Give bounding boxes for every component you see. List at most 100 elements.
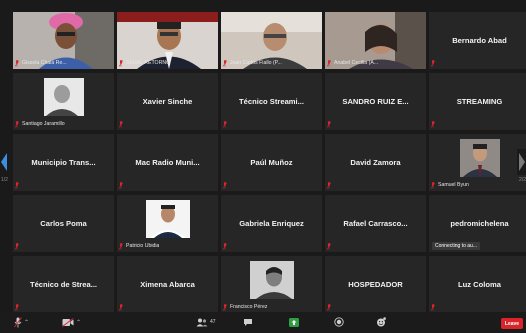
- reactions-button[interactable]: [376, 316, 386, 328]
- mic-muted-icon: [119, 60, 123, 67]
- mic-muted-icon: [119, 243, 123, 250]
- participant-display-name: Luz Coloma: [457, 280, 502, 289]
- participant-display-name: SANDRO RUIZ E...: [342, 97, 409, 106]
- participants-button[interactable]: 47: [196, 316, 216, 328]
- next-page-button[interactable]: 2/2: [517, 149, 526, 183]
- chat-button[interactable]: [243, 316, 253, 328]
- participant-display-name: Paúl Muñoz: [250, 158, 293, 167]
- participant-display-name: David Zamora: [350, 158, 401, 167]
- participant-name-label: Patricio Ubidia: [126, 243, 160, 249]
- mic-muted-icon: [327, 243, 331, 250]
- participant-display-name: STREAMING: [456, 97, 503, 106]
- participant-name-label: Francisco Pérez: [230, 304, 268, 310]
- participant-tile[interactable]: Paúl Muñoz: [221, 134, 322, 191]
- participant-tile[interactable]: Juan Carlos Fiallo (P...: [221, 12, 322, 69]
- participant-tile[interactable]: David Zamora: [325, 134, 426, 191]
- record-button[interactable]: [334, 316, 344, 328]
- participant-display-name: Municipio Trans...: [31, 158, 96, 167]
- mic-muted-icon: [223, 60, 227, 67]
- mic-options-caret[interactable]: ⌃: [24, 319, 29, 326]
- camera-icon: [62, 317, 74, 327]
- chevron-right-icon: [519, 153, 525, 171]
- participant-name-label: Samuel Byun: [438, 182, 469, 188]
- mic-muted-icon: [327, 121, 331, 128]
- mic-muted-icon: [431, 182, 435, 189]
- participant-tile[interactable]: Carlos Poma: [13, 195, 114, 252]
- mic-muted-icon: [223, 304, 227, 311]
- participant-tile[interactable]: HOSPEDADOR: [325, 256, 426, 313]
- mic-muted-icon: [431, 60, 435, 67]
- video-options-caret[interactable]: ⌃: [76, 319, 81, 326]
- mic-muted-icon: [15, 243, 19, 250]
- mic-muted-icon: [15, 182, 19, 189]
- share-screen-button[interactable]: [289, 316, 299, 328]
- participant-tile[interactable]: Técnico de Strea...: [13, 256, 114, 313]
- participant-tile[interactable]: Anabel Cecilia (A...: [325, 12, 426, 69]
- mic-muted-icon: [119, 121, 123, 128]
- participants-icon: [196, 318, 208, 326]
- participant-tile[interactable]: Ximena Abarca: [117, 256, 218, 313]
- page-indicator-right: 2/2: [519, 177, 526, 183]
- participant-tile[interactable]: SEÑAL RETORNO: [117, 12, 218, 69]
- mic-muted-icon: [327, 304, 331, 311]
- participant-tile[interactable]: STREAMING: [429, 73, 526, 130]
- mic-muted-icon: [119, 182, 123, 189]
- mic-icon: [14, 316, 22, 327]
- participant-tile[interactable]: Patricio Ubidia: [117, 195, 218, 252]
- chat-icon: [244, 318, 252, 326]
- mute-button[interactable]: ⌃: [14, 316, 29, 328]
- participant-display-name: Ximena Abarca: [140, 280, 195, 289]
- participant-tile[interactable]: Mac Radio Muni...: [117, 134, 218, 191]
- video-button[interactable]: ⌃: [62, 316, 81, 328]
- participant-display-name: pedromichelena: [450, 219, 509, 228]
- participant-tile[interactable]: Bernardo Abad: [429, 12, 526, 69]
- participant-display-name: Mac Radio Muni...: [135, 158, 200, 167]
- prev-page-button[interactable]: 1/2: [0, 149, 9, 183]
- participant-tile[interactable]: pedromichelena Connecting to au...: [429, 195, 526, 252]
- page-indicator-left: 1/2: [1, 177, 8, 183]
- participant-tile[interactable]: Municipio Trans...: [13, 134, 114, 191]
- participant-tile[interactable]: Xavier Sinche: [117, 73, 218, 130]
- participant-tile[interactable]: Técnico Streami...: [221, 73, 322, 130]
- leave-button[interactable]: Leave: [501, 318, 523, 329]
- share-screen-icon: [289, 317, 299, 327]
- participant-display-name: Bernardo Abad: [452, 36, 507, 45]
- participant-tile[interactable]: Gissela Chalá Re...: [13, 12, 114, 69]
- participant-tile[interactable]: Santiago Jaramillo: [13, 73, 114, 130]
- participant-display-name: HOSPEDADOR: [348, 280, 403, 289]
- participant-tile[interactable]: Samuel Byun: [429, 134, 526, 191]
- participant-name-label: SEÑAL RETORNO: [126, 60, 171, 66]
- participant-tile[interactable]: SANDRO RUIZ E...: [325, 73, 426, 130]
- mic-muted-icon: [431, 121, 435, 128]
- mic-muted-icon: [431, 304, 435, 311]
- participant-tile[interactable]: Gabriela Enriquez: [221, 195, 322, 252]
- participants-count: 47: [210, 319, 216, 325]
- participant-display-name: Carlos Poma: [40, 219, 87, 228]
- participant-tile[interactable]: Luz Coloma: [429, 256, 526, 313]
- participant-display-name: Técnico Streami...: [239, 97, 304, 106]
- profile-photo: [249, 261, 294, 299]
- mic-muted-icon: [327, 60, 331, 67]
- participant-name-label: Santiago Jaramillo: [22, 121, 65, 127]
- participant-tile[interactable]: Francisco Pérez: [221, 256, 322, 313]
- participant-display-name: Rafael Carrasco...: [343, 219, 408, 228]
- mic-muted-icon: [15, 121, 19, 128]
- mic-muted-icon: [119, 304, 123, 311]
- participant-display-name: Gabriela Enriquez: [239, 219, 304, 228]
- connecting-audio-status: Connecting to au...: [432, 242, 480, 250]
- participant-name-label: Gissela Chalá Re...: [22, 60, 67, 66]
- mic-muted-icon: [223, 121, 227, 128]
- participant-display-name: Técnico de Strea...: [29, 280, 98, 289]
- profile-photo: [145, 200, 190, 238]
- mic-muted-icon: [223, 182, 227, 189]
- meeting-toolbar: ⌃ ⌃ 47 Leave: [0, 312, 526, 333]
- mic-muted-icon: [327, 182, 331, 189]
- reactions-icon: [377, 317, 386, 327]
- chevron-left-icon: [1, 153, 7, 171]
- mic-muted-icon: [15, 60, 19, 67]
- participant-tile[interactable]: Rafael Carrasco...: [325, 195, 426, 252]
- mic-muted-icon: [223, 243, 227, 250]
- record-icon: [334, 317, 344, 327]
- participant-name-label: Anabel Cecilia (A...: [334, 60, 379, 66]
- mic-muted-icon: [15, 304, 19, 311]
